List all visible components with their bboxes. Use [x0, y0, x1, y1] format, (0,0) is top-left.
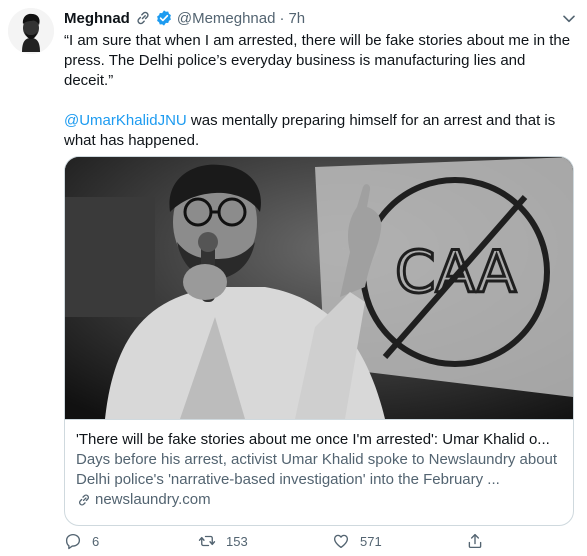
tweet-quote: “I am sure that when I am arrested, ther…: [64, 32, 575, 89]
retweet-count: 153: [226, 533, 248, 549]
card-description: Days before his arrest, activist Umar Kh…: [76, 451, 558, 488]
reply-button[interactable]: 6: [64, 532, 198, 550]
card-image-text: CAA: [395, 238, 517, 306]
separator-dot: ·: [279, 9, 285, 27]
card-image[interactable]: CAA: [65, 157, 573, 420]
verified-icon: [155, 9, 173, 27]
timestamp[interactable]: 7h: [288, 10, 305, 27]
tweet-header: Meghnad @Memeghnad · 7h: [64, 6, 579, 30]
tweet-text: “I am sure that when I am arrested, ther…: [64, 31, 576, 151]
share-button[interactable]: [466, 532, 484, 550]
card-body: 'There will be fake stories about me onc…: [65, 420, 573, 510]
like-button[interactable]: 571: [332, 532, 466, 550]
link-card[interactable]: CAA 'There will be fake stories about me…: [64, 156, 574, 526]
like-icon: [333, 534, 349, 549]
mention-link[interactable]: @UmarKhalidJNU: [64, 112, 187, 129]
card-domain-text: newslaundry.com: [95, 491, 211, 508]
card-domain[interactable]: newslaundry.com: [76, 490, 562, 510]
retweet-button[interactable]: 153: [198, 532, 332, 550]
handle[interactable]: @Memeghnad: [177, 10, 276, 27]
share-icon: [468, 533, 482, 549]
reply-count: 6: [92, 533, 100, 549]
tweet[interactable]: Meghnad @Memeghnad · 7h “I am sure that …: [0, 0, 587, 556]
avatar[interactable]: [8, 8, 54, 54]
tweet-actions: 6 153 571: [64, 532, 504, 550]
more-icon[interactable]: [559, 8, 579, 28]
display-name[interactable]: Meghnad: [64, 10, 130, 27]
retweet-icon: [198, 535, 216, 547]
card-title[interactable]: 'There will be fake stories about me onc…: [76, 430, 562, 450]
link-icon: [76, 492, 92, 508]
reply-icon: [65, 533, 81, 550]
tweet-content: Meghnad @Memeghnad · 7h “I am sure that …: [64, 6, 579, 526]
like-count: 571: [360, 533, 382, 549]
link-icon: [134, 9, 152, 27]
